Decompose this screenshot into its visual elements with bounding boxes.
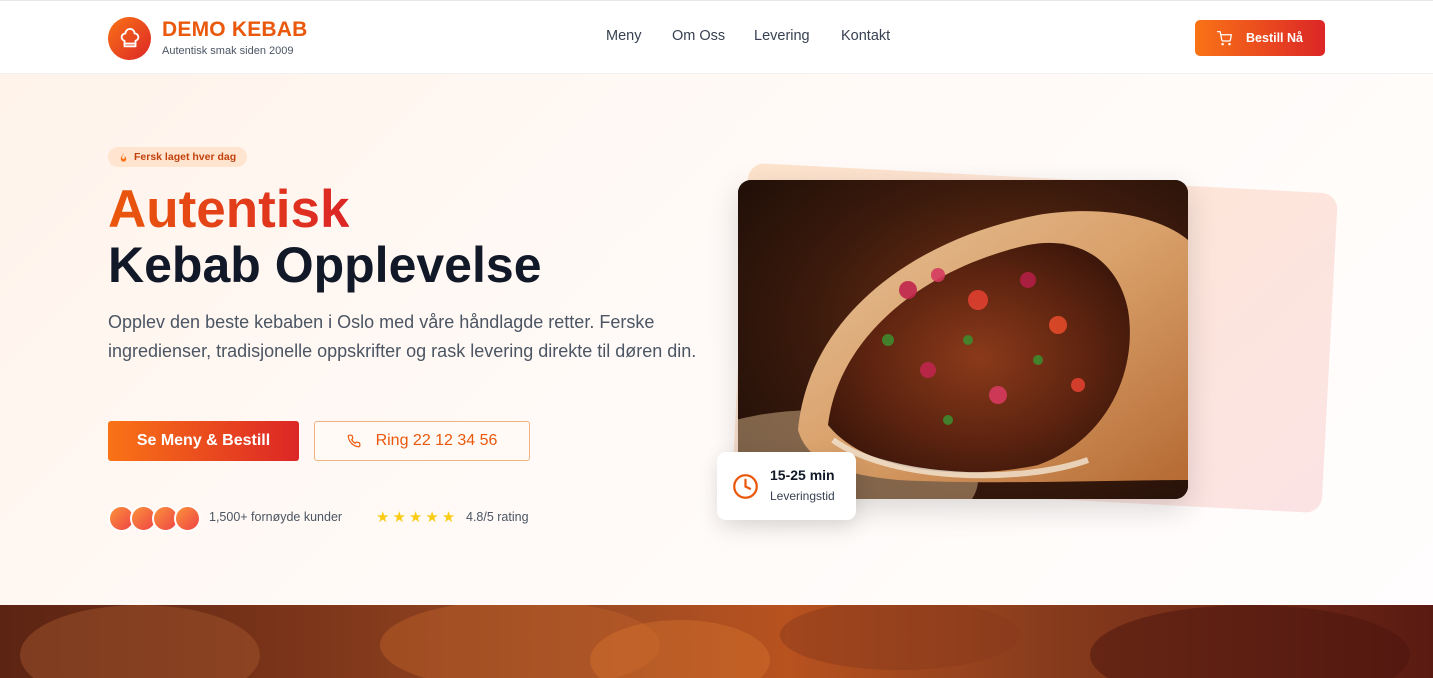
hero-title: Kebab Opplevelse: [108, 237, 542, 293]
delivery-label: Leveringstid: [770, 489, 835, 503]
delivery-time-card: 15-25 min Leveringstid: [717, 452, 856, 520]
brand-name: DEMO KEBAB: [162, 18, 308, 41]
call-button[interactable]: Ring 22 12 34 56: [314, 421, 530, 461]
chef-hat-icon: [120, 27, 139, 47]
star-icon: ★: [425, 509, 439, 526]
phone-icon: [347, 434, 360, 448]
banner-texture: [20, 605, 1410, 678]
call-button-label: Ring 22 12 34 56: [375, 432, 498, 449]
star-icon: ★: [392, 509, 406, 526]
next-section-banner: [0, 605, 1433, 678]
nav-om-oss[interactable]: Om Oss: [672, 28, 725, 44]
fresh-badge: Fersk laget hver dag: [108, 147, 248, 167]
delivery-time: 15-25 min: [770, 467, 835, 483]
menu-order-button[interactable]: Se Meny & Bestill: [108, 421, 299, 461]
customer-avatars: [108, 505, 204, 532]
nav-levering[interactable]: Levering: [754, 28, 810, 44]
star-icon: ★: [376, 509, 390, 526]
order-now-label: Bestill Nå: [1246, 31, 1303, 45]
brand-tagline: Autentisk smak siden 2009: [162, 45, 294, 57]
cart-icon: [1217, 30, 1233, 45]
flame-icon: [120, 152, 127, 162]
fresh-badge-text: Fersk laget hver dag: [134, 151, 237, 163]
star-icon: ★: [408, 509, 423, 526]
order-now-button[interactable]: Bestill Nå: [1195, 20, 1325, 56]
nav-kontakt[interactable]: Kontakt: [841, 28, 890, 44]
rating-stars: ★ ★ ★ ★ ★: [376, 510, 455, 525]
avatar: [174, 505, 201, 532]
hero-description: Opplev den beste kebaben i Oslo med våre…: [108, 312, 697, 361]
logo[interactable]: [108, 17, 151, 60]
customers-count: 1,500+ fornøyde kunder: [209, 510, 343, 524]
site-header: DEMO KEBAB Autentisk smak siden 2009 Men…: [0, 0, 1433, 74]
rating-text: 4.8/5 rating: [466, 510, 529, 524]
star-icon: ★: [441, 509, 456, 526]
nav-meny[interactable]: Meny: [606, 28, 641, 44]
hero-title-highlight: Autentisk: [108, 180, 350, 239]
clock-icon: [733, 474, 758, 499]
